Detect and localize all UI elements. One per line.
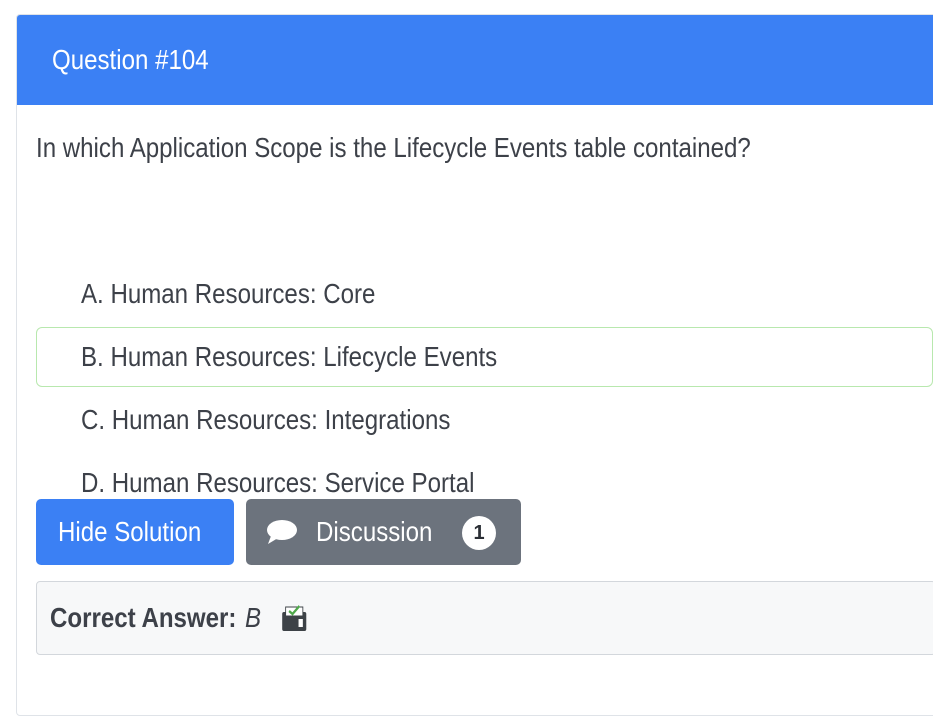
correct-answer-value: B [245,602,262,633]
discussion-label: Discussion [316,516,433,547]
choice-label: C. Human Resources: Integrations [81,404,451,435]
choice-label: B. Human Resources: Lifecycle Events [81,341,498,372]
question-text: In which Application Scope is the Lifecy… [36,132,751,163]
choice-c[interactable]: C. Human Resources: Integrations [36,390,933,450]
choice-a[interactable]: A. Human Resources: Core [36,264,933,324]
question-header: Question #104 [17,15,933,105]
vote-box-icon[interactable] [280,603,309,633]
choice-label: A. Human Resources: Core [81,278,376,309]
question-number: Question #104 [52,44,209,75]
discussion-button[interactable]: Discussion 1 [246,499,521,565]
choice-b[interactable]: B. Human Resources: Lifecycle Events [36,327,933,387]
correct-answer-label: Correct Answer: [50,602,237,633]
hide-solution-label: Hide Solution [58,516,202,547]
discussion-count-badge: 1 [462,516,496,550]
choices-list: A. Human Resources: Core B. Human Resour… [36,264,933,516]
choice-label: D. Human Resources: Service Portal [81,467,475,498]
chat-bubble-icon [267,520,297,544]
correct-answer-box: Correct Answer: B [36,581,933,655]
hide-solution-button[interactable]: Hide Solution [36,499,234,565]
